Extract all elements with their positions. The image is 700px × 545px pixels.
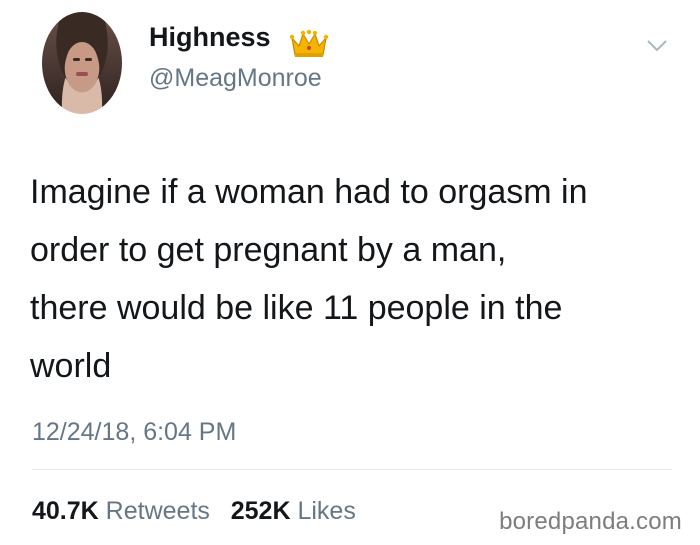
tweet-card: Highness @MeagMonroe Imagine if a woman … <box>0 0 700 545</box>
avatar-face <box>66 42 98 84</box>
display-name[interactable]: Highness <box>149 22 271 53</box>
avatar-eye <box>73 58 80 61</box>
likes-count[interactable]: 252K <box>231 497 291 525</box>
retweets-count[interactable]: 40.7K <box>32 497 99 525</box>
avatar[interactable] <box>42 12 122 114</box>
likes-label[interactable]: Likes <box>297 497 355 525</box>
avatar-eye <box>85 58 92 61</box>
watermark: boredpanda.com <box>499 508 682 535</box>
retweets-label[interactable]: Retweets <box>106 497 210 525</box>
crown-icon <box>289 29 329 57</box>
tweet-stats: 40.7K Retweets 252K Likes <box>32 497 356 526</box>
tweet-timestamp[interactable]: 12/24/18, 6:04 PM <box>32 418 236 447</box>
tweet-text: Imagine if a woman had to orgasm in orde… <box>30 173 588 385</box>
user-handle[interactable]: @MeagMonroe <box>149 64 322 93</box>
divider <box>32 469 672 470</box>
avatar-lips <box>76 72 88 76</box>
chevron-down-icon[interactable] <box>645 36 669 54</box>
